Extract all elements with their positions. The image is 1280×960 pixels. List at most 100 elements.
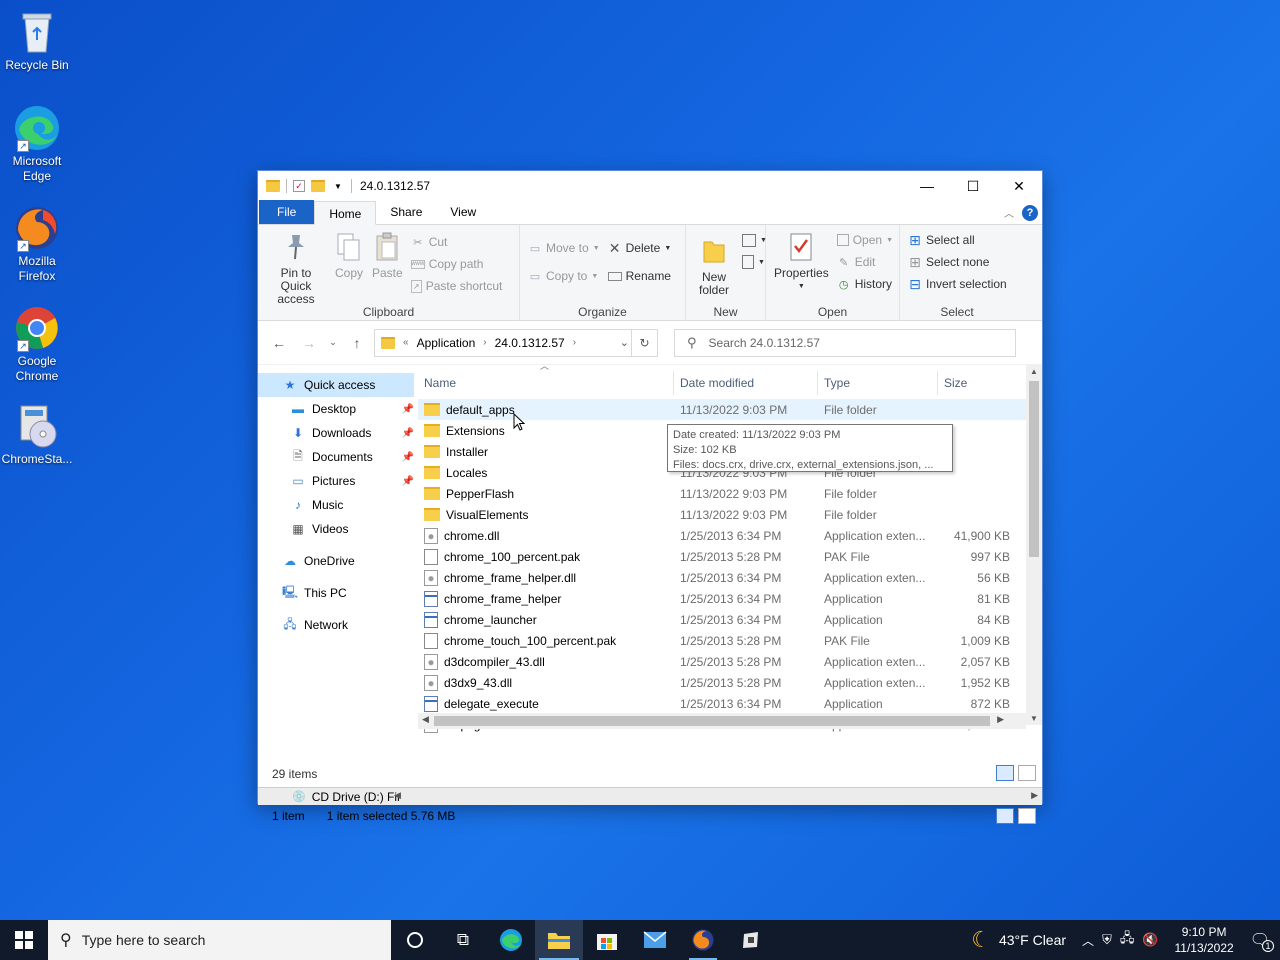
hscroll-thumb[interactable]: [434, 716, 990, 726]
file-row[interactable]: chrome_touch_100_percent.pak 1/25/2013 5:…: [418, 630, 1042, 651]
address-bar[interactable]: « Application › 24.0.1312.57 › ⌄ ↻: [374, 328, 658, 357]
tab-file[interactable]: File: [259, 200, 315, 224]
show-hidden-icons-chevron-icon[interactable]: ︿: [1082, 932, 1094, 949]
file-row[interactable]: chrome_frame_helper 1/25/2013 6:34 PM Appl…: [418, 588, 1042, 609]
nav-desktop[interactable]: ▬ Desktop 📌: [258, 397, 418, 421]
history-button[interactable]: ◷ History: [837, 275, 893, 293]
rename-button[interactable]: Rename: [607, 267, 672, 285]
breadcrumb-current[interactable]: 24.0.1312.57: [495, 336, 565, 350]
taskbar-file-explorer[interactable]: [535, 920, 583, 960]
scroll-thumb[interactable]: [1029, 381, 1039, 557]
column-type[interactable]: Type: [818, 371, 938, 395]
scroll-right-icon[interactable]: ▶: [997, 714, 1004, 725]
nav-music[interactable]: ♪ Music: [258, 493, 418, 517]
nav-cd-drive[interactable]: CD Drive (D:) Fir: [312, 790, 401, 804]
address-dropdown-icon[interactable]: ⌄: [620, 336, 629, 349]
invert-selection-button[interactable]: ⊟ Invert selection: [908, 275, 1007, 293]
desktop-icon-chromesta[interactable]: ChromeSta...: [2, 402, 72, 467]
taskbar-mail[interactable]: [631, 920, 679, 960]
bg-large-icons-view-button[interactable]: [1018, 808, 1036, 824]
nav-this-pc[interactable]: 🖳 This PC: [258, 581, 418, 605]
scroll-right-icon[interactable]: ▶: [1031, 790, 1038, 801]
nav-network[interactable]: 🖧 Network: [258, 613, 418, 637]
easy-access-button[interactable]: ▼: [742, 253, 767, 271]
search-box[interactable]: ⚲ Search 24.0.1312.57: [674, 328, 1016, 357]
nav-pictures[interactable]: ▭ Pictures 📌: [258, 469, 418, 493]
title-bar[interactable]: ✓ ▼ 24.0.1312.57 — ☐ ✕: [258, 171, 1042, 201]
network-icon[interactable]: 🖧: [1120, 929, 1135, 951]
clock[interactable]: 9:10 PM 11/13/2022: [1167, 924, 1242, 956]
paste-shortcut-button[interactable]: ↗ Paste shortcut: [410, 277, 502, 295]
desktop-icon-edge[interactable]: ↗ Microsoft Edge: [2, 104, 72, 184]
scroll-left-icon[interactable]: ◀: [422, 714, 429, 725]
large-icons-view-button[interactable]: [1018, 765, 1036, 781]
forward-button[interactable]: →: [296, 335, 322, 351]
copy-to-button[interactable]: ▭ Copy to ▼: [528, 267, 600, 285]
edit-button[interactable]: ✎ Edit: [837, 253, 893, 271]
cut-button[interactable]: ✂ Cut: [411, 233, 503, 251]
file-row[interactable]: chrome.dll 1/25/2013 6:34 PM Application e…: [418, 525, 1042, 546]
bg-details-view-button[interactable]: [996, 808, 1014, 824]
recent-locations-button[interactable]: ⌄: [326, 337, 340, 348]
scroll-left-icon[interactable]: ◀: [394, 790, 401, 801]
scroll-down-icon[interactable]: ▼: [1026, 714, 1042, 723]
tab-share[interactable]: Share: [376, 200, 436, 224]
copy-path-button[interactable]: www Copy path: [410, 255, 503, 273]
nav-onedrive[interactable]: ☁ OneDrive: [258, 549, 418, 573]
help-icon[interactable]: ?: [1022, 205, 1038, 221]
horizontal-scrollbar[interactable]: ◀ ▶: [418, 713, 1026, 729]
taskbar-firefox[interactable]: [679, 920, 727, 960]
qat-dropdown-icon[interactable]: ▼: [331, 179, 345, 193]
security-warning-icon[interactable]: ⛨: [1102, 932, 1112, 948]
weather-text[interactable]: 43°F Clear: [999, 932, 1066, 948]
breadcrumb-overflow[interactable]: «: [403, 337, 409, 348]
chevron-right-icon[interactable]: ›: [573, 337, 576, 348]
select-all-button[interactable]: ⊞ Select all: [908, 231, 1007, 249]
properties-check-icon[interactable]: ✓: [293, 180, 305, 192]
taskbar-store[interactable]: [583, 920, 631, 960]
new-item-button[interactable]: ▼: [742, 231, 767, 249]
file-row[interactable]: VisualElements 11/13/2022 9:03 PM File fol…: [418, 504, 1042, 525]
scroll-up-icon[interactable]: ▲: [1026, 367, 1042, 376]
start-button[interactable]: [0, 920, 48, 960]
file-row[interactable]: d3dx9_43.dll 1/25/2013 5:28 PM Application…: [418, 672, 1042, 693]
select-none-button[interactable]: ⊞ Select none: [908, 253, 1007, 271]
cortana-button[interactable]: [391, 920, 439, 960]
file-row[interactable]: delegate_execute 1/25/2013 6:34 PM Applica…: [418, 693, 1042, 714]
refresh-button[interactable]: ↻: [631, 329, 657, 356]
maximize-button[interactable]: ☐: [950, 171, 996, 201]
nav-downloads[interactable]: ⬇ Downloads 📌: [258, 421, 418, 445]
file-row[interactable]: chrome_launcher 1/25/2013 6:34 PM Applicat…: [418, 609, 1042, 630]
new-folder-qat-icon[interactable]: [311, 180, 325, 192]
delete-button[interactable]: ✕ Delete ▼: [608, 239, 672, 257]
nav-quick-access[interactable]: ★ Quick access: [258, 373, 414, 397]
notification-center-icon[interactable]: 🗨 1: [1250, 930, 1274, 952]
file-row[interactable]: default_apps 11/13/2022 9:03 PM File folde…: [418, 399, 1042, 420]
file-row[interactable]: d3dcompiler_43.dll 1/25/2013 5:28 PM Appli…: [418, 651, 1042, 672]
file-row[interactable]: chrome_100_percent.pak 1/25/2013 5:28 PM P…: [418, 546, 1042, 567]
collapse-ribbon-icon[interactable]: ︿: [1004, 205, 1014, 220]
column-size[interactable]: Size: [938, 371, 1010, 395]
task-view-button[interactable]: ⧉: [439, 920, 487, 960]
volume-muted-icon[interactable]: 🔇: [1142, 932, 1158, 948]
taskbar-edge[interactable]: [487, 920, 535, 960]
desktop-icon-chrome[interactable]: ↗ Google Chrome: [2, 304, 72, 384]
taskbar-search[interactable]: ⚲ Type here to search: [48, 920, 391, 960]
nav-videos[interactable]: ▦ Videos: [258, 517, 418, 541]
minimize-button[interactable]: —: [904, 171, 950, 201]
open-button[interactable]: Open ▼: [836, 231, 893, 249]
file-row[interactable]: chrome_frame_helper.dll 1/25/2013 6:34 PM…: [418, 567, 1042, 588]
back-button[interactable]: ←: [266, 335, 292, 351]
close-button[interactable]: ✕: [996, 171, 1042, 201]
vertical-scrollbar[interactable]: ▲ ▼: [1026, 365, 1042, 725]
desktop-icon-recycle-bin[interactable]: Recycle Bin: [2, 8, 72, 73]
desktop-icon-firefox[interactable]: ↗ Mozilla Firefox: [2, 204, 72, 284]
weather-moon-icon[interactable]: ☾: [971, 927, 991, 953]
search-input[interactable]: Search 24.0.1312.57: [709, 336, 820, 350]
column-name[interactable]: Name: [418, 371, 674, 395]
column-date-modified[interactable]: Date modified: [674, 371, 818, 395]
breadcrumb-application[interactable]: Application: [417, 336, 476, 350]
taskbar-unknown-app[interactable]: [727, 920, 775, 960]
move-to-button[interactable]: ▭ Move to ▼: [528, 239, 600, 257]
tab-home[interactable]: Home: [314, 201, 377, 225]
